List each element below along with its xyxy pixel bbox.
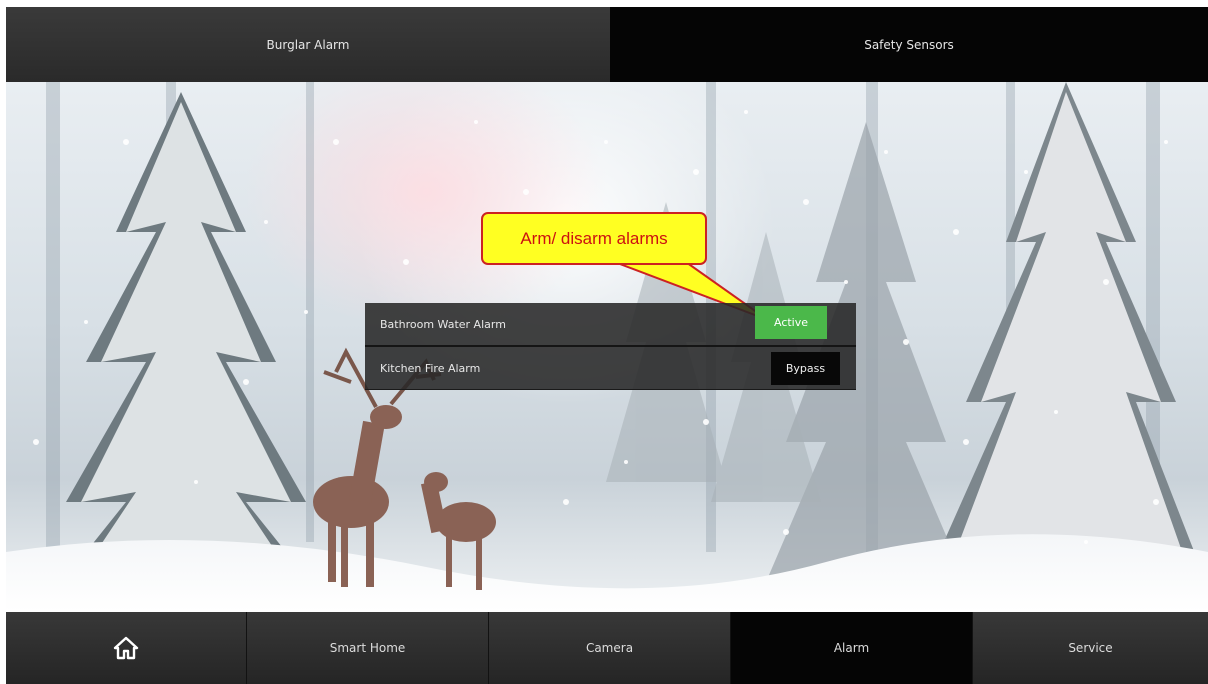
sensor-row-bathroom-water: Bathroom Water Alarm Active — [365, 303, 856, 347]
nav-service[interactable]: Service — [973, 612, 1208, 684]
bypass-button[interactable]: Bypass — [771, 352, 840, 385]
callout-text: Arm/ disarm alarms — [520, 228, 668, 248]
home-icon — [113, 636, 139, 660]
tab-safety-sensors-label: Safety Sensors — [864, 37, 954, 52]
active-button-label: Active — [773, 316, 809, 329]
nav-alarm-label: Alarm — [833, 641, 870, 655]
tab-burglar-alarm-label: Burglar Alarm — [266, 37, 350, 52]
nav-smart-home[interactable]: Smart Home — [247, 612, 489, 684]
tab-safety-sensors[interactable]: Safety Sensors — [610, 7, 1208, 82]
sensor-label: Bathroom Water Alarm — [380, 317, 506, 331]
bypass-button-label: Bypass — [785, 362, 826, 375]
nav-service-label: Service — [1068, 641, 1113, 655]
sensor-row-kitchen-fire: Kitchen Fire Alarm Bypass — [365, 347, 856, 390]
nav-home-button[interactable] — [6, 612, 247, 684]
sensor-label: Kitchen Fire Alarm — [380, 361, 481, 375]
top-tab-bar: Burglar Alarm Safety Sensors — [6, 7, 1208, 82]
safety-sensors-list: Bathroom Water Alarm Active Kitchen Fire… — [365, 303, 856, 390]
nav-camera-label: Camera — [585, 641, 634, 655]
left-fir-tree — [46, 92, 326, 602]
nav-smart-home-label: Smart Home — [329, 641, 406, 655]
active-button[interactable]: Active — [755, 306, 827, 339]
nav-alarm[interactable]: Alarm — [731, 612, 973, 684]
callout-annotation: Arm/ disarm alarms — [481, 212, 707, 265]
app-window: Burglar Alarm Safety Sensors Arm/ disarm… — [6, 7, 1208, 684]
tab-burglar-alarm[interactable]: Burglar Alarm — [6, 7, 610, 82]
nav-camera[interactable]: Camera — [489, 612, 731, 684]
bottom-navigation: Smart Home Camera Alarm Service — [6, 612, 1208, 684]
